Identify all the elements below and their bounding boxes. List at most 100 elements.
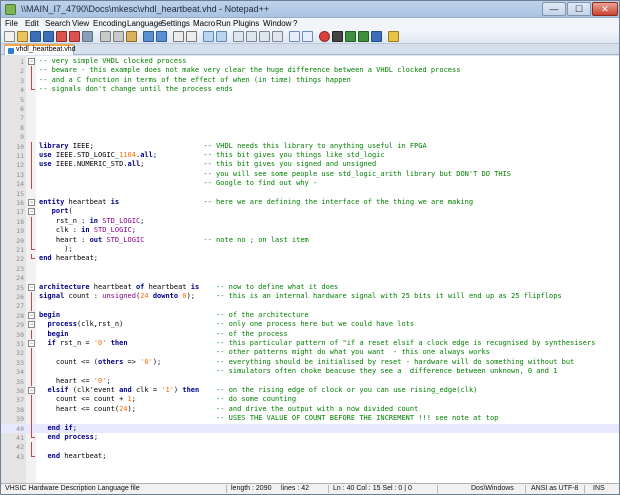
- fold-toggle-icon[interactable]: −: [28, 283, 35, 291]
- spell-check-icon[interactable]: [388, 31, 399, 42]
- fold-toggle-icon[interactable]: −: [28, 58, 35, 65]
- code-line[interactable]: 20 heart : out STD_LOGIC -- note no ; on…: [1, 235, 619, 245]
- code-line[interactable]: 26 signal count : unsigned(24 downto 0); …: [1, 292, 619, 302]
- code-line[interactable]: 21 );: [1, 245, 619, 254]
- code-line[interactable]: 35 heart <= '0';: [1, 376, 619, 386]
- code-line[interactable]: 30 begin -- of the process: [1, 329, 619, 339]
- zoom-out-icon[interactable]: [216, 31, 227, 42]
- fold-toggle-icon[interactable]: −: [28, 199, 35, 206]
- code-line[interactable]: 36− elsif (clk'event and clk = '1') then…: [1, 386, 619, 395]
- code-line[interactable]: 18 rst_n : in STD_LOGIC;: [1, 216, 619, 227]
- line-number: 14: [16, 180, 24, 189]
- code-line[interactable]: 41 end process;: [1, 433, 619, 442]
- code-line[interactable]: 15: [1, 189, 619, 198]
- code-line[interactable]: 7: [1, 113, 619, 122]
- maximize-button[interactable]: ☐: [567, 2, 591, 16]
- code-line[interactable]: 22 end heartbeat;: [1, 254, 619, 263]
- save-macro-icon[interactable]: [371, 31, 382, 42]
- save-icon[interactable]: [30, 31, 41, 42]
- code-line[interactable]: 19 clk : in STD_LOGIC;: [1, 226, 619, 236]
- code-line[interactable]: 10 library IEEE; -- VHDL needs this libra…: [1, 141, 619, 151]
- cut-icon[interactable]: [100, 31, 111, 42]
- close-all-icon[interactable]: [69, 31, 80, 42]
- menu-help[interactable]: ?: [293, 19, 297, 28]
- undo-icon[interactable]: [143, 31, 154, 42]
- play-macro-icon[interactable]: [345, 31, 356, 42]
- minimize-button[interactable]: —: [542, 2, 566, 16]
- code-text: heart <= '0';: [39, 376, 111, 385]
- code-line[interactable]: 1− -- very simple VHDL clocked process: [1, 57, 619, 66]
- menu-file[interactable]: File: [5, 19, 18, 28]
- menu-view[interactable]: View: [72, 19, 89, 28]
- code-line[interactable]: 32 -- other patterns might do what you w…: [1, 348, 619, 358]
- function-list-icon[interactable]: [302, 31, 313, 42]
- code-line[interactable]: 29− process(clk,rst_n) -- only one proce…: [1, 320, 619, 329]
- code-line[interactable]: 17− port(: [1, 207, 619, 216]
- code-line[interactable]: 28− begin -- of the architecture: [1, 311, 619, 320]
- menu-language[interactable]: Language: [127, 19, 163, 28]
- code-line[interactable]: 6: [1, 104, 619, 113]
- word-wrap-icon[interactable]: [246, 31, 257, 42]
- status-length: length : 2090: [231, 485, 272, 492]
- code-line[interactable]: 2 -- beware - this example does not make …: [1, 66, 619, 76]
- code-line[interactable]: 12 use IEEE.NUMERIC_STD.all; -- this bit …: [1, 160, 619, 170]
- code-line[interactable]: 4 -- signals don't change until the proce…: [1, 85, 619, 94]
- code-line[interactable]: 27: [1, 301, 619, 311]
- paste-icon[interactable]: [126, 31, 137, 42]
- code-line[interactable]: 39 -- USES THE VALUE OF COUNT BEFORE THE…: [1, 414, 619, 424]
- code-line[interactable]: 34 -- simulators often choke beacuse the…: [1, 367, 619, 377]
- fold-toggle-icon[interactable]: −: [28, 387, 35, 394]
- menu-encoding[interactable]: Encoding: [93, 19, 126, 28]
- code-line[interactable]: 25− architecture heartbeat of heartbeat i…: [1, 283, 619, 292]
- find-icon[interactable]: [173, 31, 184, 42]
- code-line[interactable]: 31− if rst_n = '0' then -- this particul…: [1, 339, 619, 348]
- redo-icon[interactable]: [156, 31, 167, 42]
- save-all-icon[interactable]: [43, 31, 54, 42]
- code-line[interactable]: 38 heart <= count(24); -- and drive the …: [1, 404, 619, 415]
- new-file-icon[interactable]: [4, 31, 15, 42]
- fold-toggle-icon[interactable]: −: [28, 208, 35, 216]
- show-all-chars-icon[interactable]: [259, 31, 270, 42]
- code-line[interactable]: 16− entity heartbeat is -- here we are de…: [1, 198, 619, 207]
- fold-toggle-icon[interactable]: −: [28, 311, 35, 319]
- code-line[interactable]: 9: [1, 132, 619, 141]
- indent-guide-icon[interactable]: [272, 31, 283, 42]
- code-line[interactable]: 24: [1, 273, 619, 282]
- menu-edit[interactable]: Edit: [25, 19, 39, 28]
- open-file-icon[interactable]: [17, 31, 28, 42]
- document-map-icon[interactable]: [289, 31, 300, 42]
- menu-window[interactable]: Window: [263, 19, 291, 28]
- menu-plugins[interactable]: Plugins: [233, 19, 259, 28]
- stop-macro-icon[interactable]: [332, 31, 343, 42]
- code-line[interactable]: 43 end heartbeat;: [1, 451, 619, 461]
- line-number: 19: [16, 227, 24, 236]
- close-button[interactable]: ✕: [592, 2, 618, 16]
- menu-macro[interactable]: Macro: [193, 19, 215, 28]
- code-line[interactable]: 42: [1, 442, 619, 452]
- code-line[interactable]: 33 count <= (others => '0'); -- everythi…: [1, 357, 619, 368]
- fold-toggle-icon[interactable]: −: [28, 321, 35, 329]
- code-line[interactable]: 3 -- and a C function in terms of the eff…: [1, 75, 619, 86]
- sync-scroll-icon[interactable]: [233, 31, 244, 42]
- code-line[interactable]: 5: [1, 95, 619, 104]
- code-line[interactable]: 13 -- you will see some people use std_l…: [1, 169, 619, 180]
- menu-settings[interactable]: Settings: [161, 19, 190, 28]
- menu-search[interactable]: Search: [45, 19, 70, 28]
- print-icon[interactable]: [82, 31, 93, 42]
- code-line[interactable]: 23: [1, 264, 619, 273]
- code-line[interactable]: 11 use IEEE.STD_LOGIC_1164.all; -- this b…: [1, 151, 619, 161]
- replace-icon[interactable]: [186, 31, 197, 42]
- code-line[interactable]: 37 count <= count + 1; -- do some counti…: [1, 395, 619, 405]
- code-line[interactable]: 40 end if;: [1, 423, 619, 433]
- close-file-icon[interactable]: [56, 31, 67, 42]
- record-macro-icon[interactable]: [319, 31, 330, 42]
- fold-toggle-icon[interactable]: −: [28, 340, 35, 347]
- tab-vhdl-heartbeat[interactable]: vhdl_heartbeat.vhd: [4, 44, 76, 55]
- copy-icon[interactable]: [113, 31, 124, 42]
- code-line[interactable]: 8: [1, 123, 619, 132]
- menu-run[interactable]: Run: [216, 19, 231, 28]
- run-macro-multiple-icon[interactable]: [358, 31, 369, 42]
- code-editor[interactable]: 1− -- very simple VHDL clocked process 2 --…: [1, 56, 619, 483]
- zoom-in-icon[interactable]: [203, 31, 214, 42]
- code-line[interactable]: 14 -- Google to find out why -: [1, 179, 619, 189]
